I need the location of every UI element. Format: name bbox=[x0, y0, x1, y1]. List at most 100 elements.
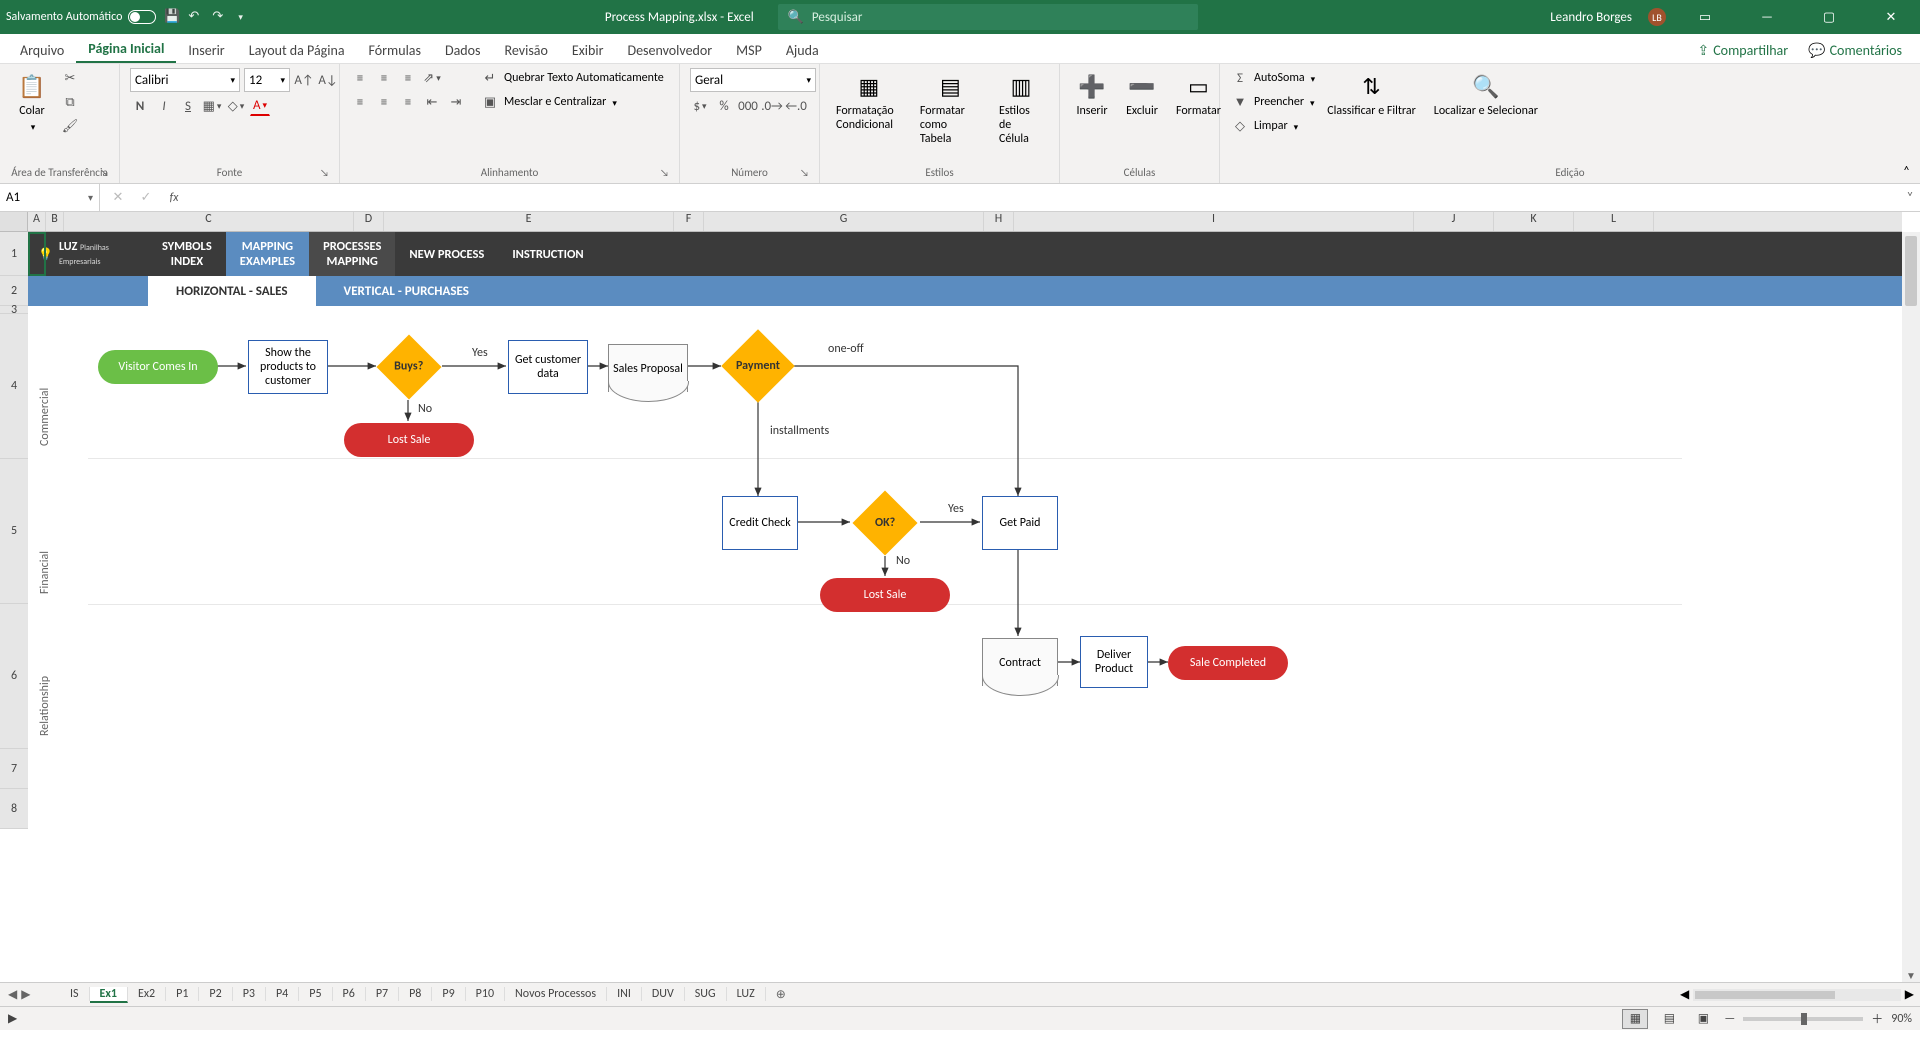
user-name[interactable]: Leandro Borges bbox=[1550, 10, 1632, 25]
process-deliver-product[interactable]: Deliver Product bbox=[1080, 636, 1148, 688]
sheet-tab[interactable]: P2 bbox=[199, 987, 232, 1001]
sheet-tab[interactable]: DUV bbox=[642, 987, 685, 1001]
column-header[interactable]: H bbox=[984, 212, 1014, 231]
comments-button[interactable]: 💬Comentários bbox=[1798, 38, 1912, 63]
autosave-toggle[interactable]: Salvamento Automático bbox=[6, 10, 156, 24]
menu-desenvolvedor[interactable]: Desenvolvedor bbox=[615, 38, 724, 63]
scroll-right-icon[interactable]: ▶ bbox=[1905, 987, 1914, 1002]
tab-scroll-left-icon[interactable]: ◀ bbox=[8, 987, 17, 1002]
share-button[interactable]: ⇪Compartilhar bbox=[1687, 38, 1798, 63]
sheet-tab[interactable]: P9 bbox=[432, 987, 465, 1001]
app-tab[interactable]: PROCESSESMAPPING bbox=[309, 232, 395, 276]
sheet-tab[interactable]: LUZ bbox=[727, 987, 766, 1001]
clear-button[interactable]: ◇Limpar bbox=[1230, 116, 1315, 136]
row-header[interactable]: 3 bbox=[0, 306, 28, 314]
sheet-tab[interactable]: Novos Processos bbox=[505, 987, 607, 1001]
column-header[interactable]: D bbox=[354, 212, 384, 231]
fill-color-icon[interactable]: ◇ bbox=[226, 96, 246, 116]
align-left-icon[interactable]: ≡ bbox=[350, 92, 370, 112]
zoom-level[interactable]: 90% bbox=[1891, 1012, 1912, 1026]
sub-tab[interactable]: HORIZONTAL - SALES bbox=[148, 276, 316, 306]
font-size-input[interactable]: 12▾ bbox=[244, 68, 290, 92]
cell-styles-button[interactable]: ▥Estilos de Célula bbox=[993, 68, 1049, 148]
record-macro-icon[interactable]: ▶ bbox=[8, 1011, 17, 1026]
font-name-input[interactable]: Calibri▾ bbox=[130, 68, 240, 92]
fill-button[interactable]: ▼Preencher bbox=[1230, 92, 1315, 112]
scroll-thumb[interactable] bbox=[1695, 991, 1835, 999]
menu-msp[interactable]: MSP bbox=[724, 38, 774, 63]
orientation-icon[interactable]: ⇗ bbox=[422, 68, 442, 88]
undo-icon[interactable]: ↶ bbox=[188, 9, 204, 25]
column-header[interactable]: F bbox=[674, 212, 704, 231]
merge-button[interactable]: ▣Mesclar e Centralizar bbox=[480, 92, 664, 112]
column-header[interactable]: J bbox=[1414, 212, 1494, 231]
accept-formula-icon[interactable]: ✓ bbox=[136, 188, 156, 208]
page-break-view-icon[interactable]: ▣ bbox=[1690, 1009, 1716, 1029]
sheet-tab[interactable]: P5 bbox=[299, 987, 332, 1001]
align-center-icon[interactable]: ≡ bbox=[374, 92, 394, 112]
sheet-tab[interactable]: P7 bbox=[366, 987, 399, 1001]
zoom-out-icon[interactable]: — bbox=[1724, 1012, 1735, 1026]
format-painter-icon[interactable]: 🖌 bbox=[60, 116, 80, 136]
align-top-icon[interactable]: ≡ bbox=[350, 68, 370, 88]
sheet-tab[interactable]: P3 bbox=[233, 987, 266, 1001]
format-as-table-button[interactable]: ▤Formatar como Tabela bbox=[914, 68, 987, 148]
search-input[interactable]: 🔍 Pesquisar bbox=[778, 4, 1198, 30]
close-icon[interactable]: ✕ bbox=[1868, 0, 1914, 34]
save-icon[interactable]: 💾 bbox=[164, 9, 180, 25]
sheet-tab[interactable]: INI bbox=[607, 987, 642, 1001]
sheet-tab[interactable]: IS bbox=[60, 987, 90, 1001]
dialog-launcher-icon[interactable]: ↘ bbox=[100, 166, 109, 179]
ribbon-display-icon[interactable]: ▭ bbox=[1682, 0, 1728, 34]
terminator-visitor[interactable]: Visitor Comes In bbox=[98, 350, 218, 384]
expand-formula-bar-icon[interactable]: ˅ bbox=[1900, 190, 1920, 205]
decrease-decimal-icon[interactable]: ←.0 bbox=[786, 96, 806, 116]
column-header[interactable]: G bbox=[704, 212, 984, 231]
paste-button[interactable]: 📋 Colar bbox=[10, 68, 54, 136]
menu-inserir[interactable]: Inserir bbox=[176, 38, 236, 63]
menu-fórmulas[interactable]: Fórmulas bbox=[357, 38, 433, 63]
select-all-corner[interactable] bbox=[0, 212, 28, 231]
menu-exibir[interactable]: Exibir bbox=[560, 38, 616, 63]
name-box[interactable]: A1▾ bbox=[0, 184, 100, 211]
collapse-ribbon-icon[interactable]: ˄ bbox=[1903, 164, 1910, 179]
column-header[interactable]: B bbox=[46, 212, 64, 231]
column-header[interactable]: A bbox=[28, 212, 46, 231]
format-cells-button[interactable]: ▭Formatar bbox=[1170, 68, 1227, 120]
underline-icon[interactable]: S bbox=[178, 96, 198, 116]
page-layout-view-icon[interactable]: ▤ bbox=[1656, 1009, 1682, 1029]
borders-icon[interactable]: ▦ bbox=[202, 96, 222, 116]
sheet-tab[interactable]: P1 bbox=[166, 987, 199, 1001]
row-header[interactable]: 1 bbox=[0, 232, 28, 276]
conditional-formatting-button[interactable]: ▦Formatação Condicional bbox=[830, 68, 908, 134]
column-header[interactable]: K bbox=[1494, 212, 1574, 231]
terminator-lost-sale-2[interactable]: Lost Sale bbox=[820, 578, 950, 612]
app-tab[interactable]: INSTRUCTION bbox=[498, 232, 597, 276]
row-header[interactable]: 6 bbox=[0, 604, 28, 749]
font-color-icon[interactable]: A bbox=[250, 96, 270, 116]
cancel-formula-icon[interactable]: ✕ bbox=[108, 188, 128, 208]
process-show-products[interactable]: Show the products to customer bbox=[248, 340, 328, 394]
find-select-button[interactable]: 🔍Localizar e Selecionar bbox=[1428, 68, 1544, 120]
accounting-icon[interactable]: $ bbox=[690, 96, 710, 116]
row-header[interactable]: 5 bbox=[0, 459, 28, 604]
menu-dados[interactable]: Dados bbox=[433, 38, 493, 63]
tab-scroll-right-icon[interactable]: ▶ bbox=[21, 987, 30, 1002]
normal-view-icon[interactable]: ▦ bbox=[1622, 1009, 1648, 1029]
redo-icon[interactable]: ↷ bbox=[212, 9, 228, 25]
menu-layout-da-página[interactable]: Layout da Página bbox=[237, 38, 357, 63]
align-middle-icon[interactable]: ≡ bbox=[374, 68, 394, 88]
percent-icon[interactable]: % bbox=[714, 96, 734, 116]
sheet-tab[interactable]: P4 bbox=[266, 987, 299, 1001]
active-cell[interactable] bbox=[28, 232, 46, 276]
increase-font-icon[interactable]: A↑ bbox=[294, 70, 314, 90]
menu-arquivo[interactable]: Arquivo bbox=[8, 38, 76, 63]
scroll-down-icon[interactable]: ▼ bbox=[1902, 969, 1920, 982]
menu-ajuda[interactable]: Ajuda bbox=[774, 38, 831, 63]
insert-cells-button[interactable]: ➕Inserir bbox=[1070, 68, 1114, 120]
app-tab[interactable]: MAPPINGEXAMPLES bbox=[226, 232, 309, 276]
process-credit-check[interactable]: Credit Check bbox=[722, 496, 798, 550]
row-header[interactable]: 4 bbox=[0, 314, 28, 459]
column-header[interactable]: I bbox=[1014, 212, 1414, 231]
scroll-thumb[interactable] bbox=[1905, 236, 1917, 306]
